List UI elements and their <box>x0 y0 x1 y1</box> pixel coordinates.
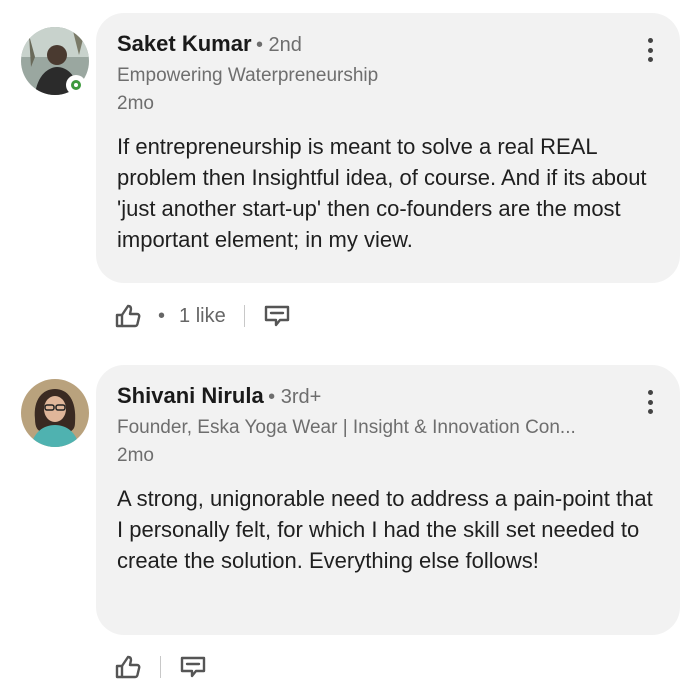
avatar[interactable] <box>21 379 89 447</box>
comment-text: A strong, unignorable need to address a … <box>117 486 653 573</box>
reply-icon[interactable] <box>179 653 207 681</box>
comment-actions: • 1 like <box>114 302 291 330</box>
thumbs-up-icon[interactable] <box>114 302 142 330</box>
divider <box>243 305 245 327</box>
author-name[interactable]: Saket Kumar <box>117 31 252 56</box>
author-headline: Founder, Eska Yoga Wear | Insight & Inno… <box>117 417 576 438</box>
connection-degree: • 3rd+ <box>268 386 322 408</box>
author-name[interactable]: Shivani Nirula <box>117 383 264 408</box>
comment-actions <box>114 653 207 681</box>
comment-timestamp: 2mo <box>117 93 154 114</box>
author-headline: Empowering Waterpreneurship <box>117 65 379 86</box>
reply-icon[interactable] <box>263 302 291 330</box>
comment-timestamp: 2mo <box>117 445 154 466</box>
online-status-icon <box>66 75 86 95</box>
connection-degree: • 2nd <box>255 34 302 56</box>
comment-text: If entrepreneurship is meant to solve a … <box>117 134 647 252</box>
comment-bubble: Shivani Nirula • 3rd+ Founder, Eska Yoga… <box>96 365 680 635</box>
separator-dot: • <box>158 304 166 327</box>
more-vertical-icon[interactable] <box>638 35 662 65</box>
divider <box>160 656 161 678</box>
more-vertical-icon[interactable] <box>638 387 662 417</box>
thumbs-up-icon[interactable] <box>114 653 142 681</box>
like-count[interactable]: 1 like <box>179 305 226 328</box>
comment-bubble: Saket Kumar • 2nd Empowering Waterpreneu… <box>96 13 680 283</box>
